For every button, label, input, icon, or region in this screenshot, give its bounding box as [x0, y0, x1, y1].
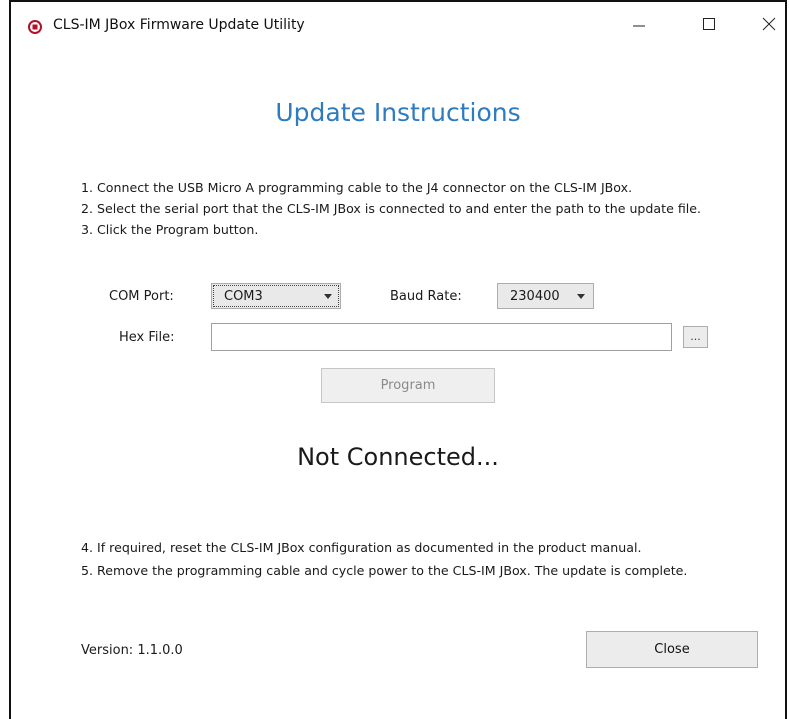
chevron-down-icon	[577, 294, 585, 299]
baud-rate-value: 230400	[510, 288, 560, 304]
minimize-button[interactable]	[619, 10, 659, 40]
browse-button[interactable]: ...	[683, 326, 708, 348]
program-button[interactable]: Program	[321, 368, 495, 403]
instruction-step-2: 2. Select the serial port that the CLS-I…	[81, 201, 702, 216]
baud-rate-label: Baud Rate:	[390, 289, 462, 304]
instruction-step-5: 5. Remove the programming cable and cycl…	[81, 563, 688, 578]
title-bar[interactable]: CLS-IM JBox Firmware Update Utility	[11, 2, 785, 46]
instruction-step-4: 4. If required, reset the CLS-IM JBox co…	[81, 540, 642, 555]
maximize-button[interactable]	[689, 10, 729, 40]
version-label: Version: 1.1.0.0	[81, 643, 183, 658]
window-title: CLS-IM JBox Firmware Update Utility	[53, 17, 305, 33]
instruction-step-3: 3. Click the Program button.	[81, 222, 259, 237]
hex-file-label: Hex File:	[119, 330, 175, 345]
com-port-value: COM3	[224, 288, 263, 304]
page-heading: Update Instructions	[275, 98, 521, 127]
chevron-down-icon	[324, 294, 332, 299]
instruction-step-1: 1. Connect the USB Micro A programming c…	[81, 180, 633, 195]
close-icon	[762, 16, 776, 35]
app-window: CLS-IM JBox Firmware Update Utility Upda…	[9, 0, 787, 719]
com-port-select[interactable]: COM3	[211, 283, 341, 309]
com-port-label: COM Port:	[109, 289, 174, 304]
close-window-button[interactable]	[749, 10, 789, 40]
maximize-icon	[702, 16, 716, 35]
close-button[interactable]: Close	[586, 631, 758, 668]
connection-status: Not Connected...	[297, 443, 499, 471]
minimize-icon	[632, 16, 646, 35]
baud-rate-select[interactable]: 230400	[497, 283, 594, 309]
chip-icon	[28, 19, 42, 34]
hex-file-input[interactable]	[211, 323, 672, 351]
